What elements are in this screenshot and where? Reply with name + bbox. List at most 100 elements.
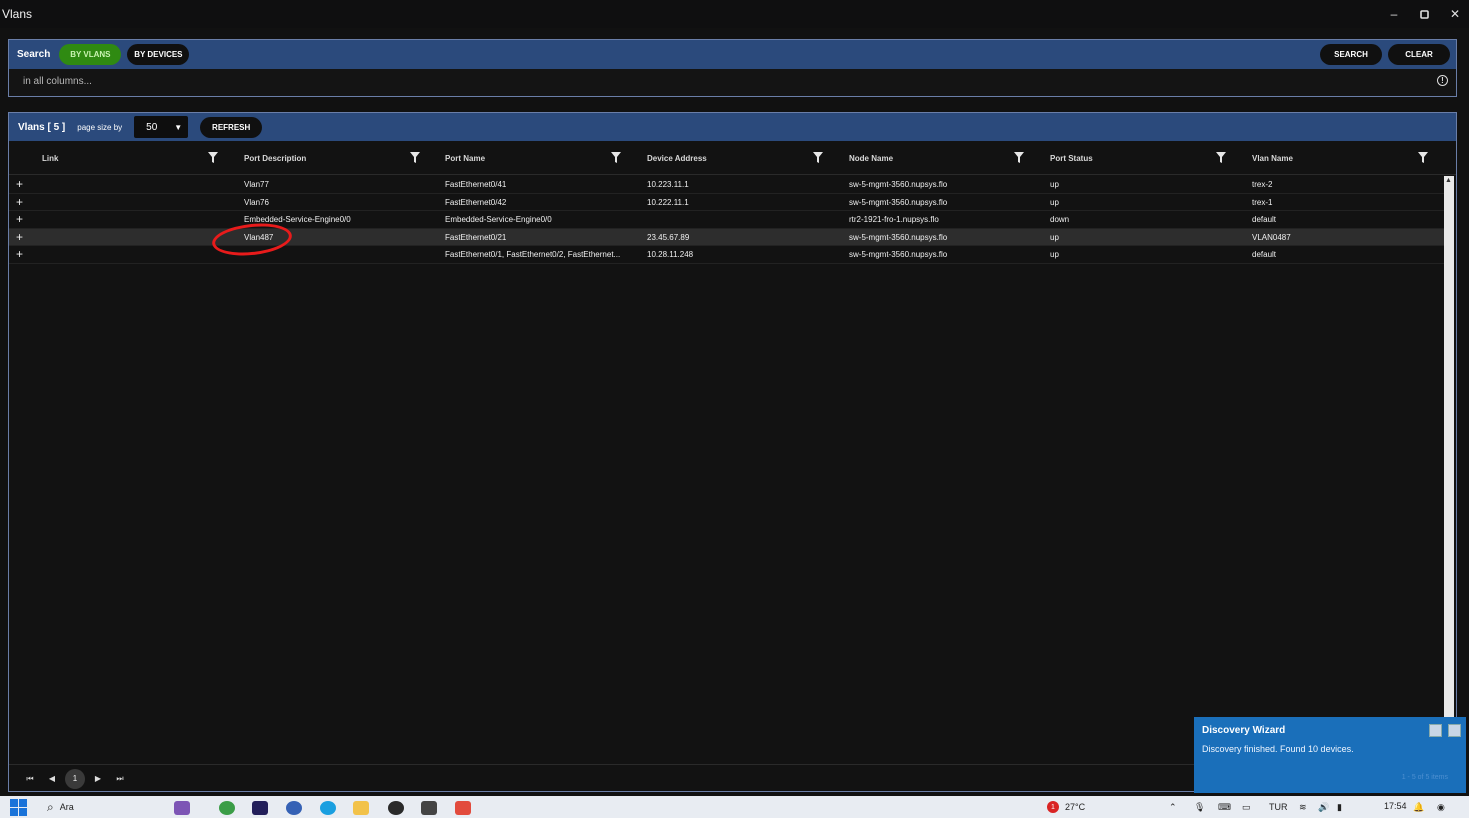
keyboard-icon[interactable]: ⌨: [1218, 799, 1231, 815]
filter-icon[interactable]: [410, 152, 420, 163]
column-header-device-address[interactable]: Device Address: [647, 141, 707, 175]
maximize-icon[interactable]: [1409, 0, 1439, 28]
widget-icon[interactable]: [174, 801, 190, 815]
first-page-icon[interactable]: ⏮: [19, 769, 41, 789]
volume-icon[interactable]: 🔊: [1318, 799, 1329, 815]
search-label: Search: [17, 49, 51, 60]
app-icon[interactable]: [286, 801, 302, 815]
cell-port: FastEthernet0/42: [445, 197, 507, 207]
window-title: Vlans: [2, 7, 33, 21]
cell-vlan: VLAN0487: [1252, 232, 1291, 242]
expand-row-plus-icon[interactable]: +: [16, 176, 23, 193]
search-input[interactable]: in all columns... !: [9, 69, 1456, 93]
expand-row-plus-icon[interactable]: +: [16, 194, 23, 211]
cell-addr: 10.223.11.1: [647, 180, 689, 189]
column-header-port-name[interactable]: Port Name: [445, 141, 485, 175]
cell-port: FastEthernet0/1, FastEthernet0/2, FastEt…: [445, 250, 621, 260]
cell-vlan: default: [1252, 250, 1277, 260]
filter-icon[interactable]: [1216, 152, 1226, 163]
app-icon[interactable]: [455, 801, 471, 815]
toast-footer: 1 - 5 of 5 items: [1401, 774, 1448, 781]
cell-desc: Vlan77: [244, 180, 269, 189]
column-headers: Link Port Description Port Name Device A…: [9, 141, 1456, 175]
cell-vlan: default: [1252, 215, 1277, 225]
filter-icon[interactable]: [1418, 152, 1428, 163]
chrome-icon[interactable]: [219, 801, 235, 815]
cell-node: sw-5-mgmt-3560.nupsys.flo: [849, 250, 948, 260]
app-icon[interactable]: [388, 801, 404, 815]
info-icon[interactable]: !: [1437, 75, 1448, 86]
table-row[interactable]: + Embedded-Service-Engine0/0 Embedded-Serv…: [9, 211, 1445, 229]
weather-badge: 1: [1047, 801, 1059, 813]
cell-status: up: [1050, 197, 1059, 207]
filter-icon[interactable]: [611, 152, 621, 163]
toast-minimize-icon[interactable]: [1429, 724, 1442, 737]
toast-message: Discovery finished. Found 10 devices.: [1202, 744, 1354, 754]
expand-row-plus-icon[interactable]: +: [16, 246, 23, 263]
weather-widget[interactable]: 1 27°C: [1047, 799, 1085, 815]
filter-icon[interactable]: [1014, 152, 1024, 163]
scroll-up-icon[interactable]: ▲: [1445, 177, 1452, 184]
page-size-select[interactable]: 50 ▼: [134, 116, 189, 138]
by-devices-button[interactable]: BY DEVICES: [127, 44, 190, 65]
table-row[interactable]: + Vlan77 FastEthernet0/41 10.223.11.1 sw-5-m…: [9, 176, 1445, 194]
cell-addr: 10.28.11.248: [647, 250, 694, 260]
display-icon[interactable]: ▭: [1242, 799, 1251, 815]
chevron-up-icon[interactable]: ⌃: [1169, 799, 1177, 815]
cell-desc: Vlan76: [244, 197, 269, 207]
filter-icon[interactable]: [813, 152, 823, 163]
notification-icon[interactable]: 🔔: [1413, 799, 1424, 815]
wifi-icon[interactable]: ≋: [1299, 799, 1307, 815]
windows-logo-icon[interactable]: [10, 798, 27, 816]
microphone-icon[interactable]: 🎙: [1194, 799, 1205, 815]
language-indicator[interactable]: TUR: [1269, 799, 1288, 815]
column-header-node-name[interactable]: Node Name: [849, 141, 893, 175]
vlans-grid: Vlans [ 5 ] page size by 50 ▼ REFRESH Li…: [8, 112, 1457, 792]
battery-icon[interactable]: ▮: [1337, 799, 1342, 815]
expand-row-plus-icon[interactable]: +: [16, 211, 23, 228]
cell-addr: 23.45.67.89: [647, 232, 690, 242]
table-row[interactable]: + Vlan76 FastEthernet0/42 10.222.11.1 sw-5-m…: [9, 194, 1445, 212]
filter-icon[interactable]: [208, 152, 218, 163]
page-size-label: page size by: [77, 122, 123, 132]
by-vlans-button[interactable]: BY VLANS: [59, 44, 122, 65]
app-icon[interactable]: [252, 801, 268, 815]
window-titlebar: Vlans – ✕: [0, 0, 1469, 28]
expand-row-plus-icon[interactable]: +: [16, 229, 23, 246]
weather-temp: 27°C: [1065, 802, 1086, 812]
app-icon[interactable]: [421, 801, 437, 815]
column-header-vlan-name[interactable]: Vlan Name: [1252, 141, 1293, 175]
toast-close-icon[interactable]: [1448, 724, 1461, 737]
search-placeholder: in all columns...: [23, 75, 92, 87]
close-icon[interactable]: ✕: [1440, 0, 1469, 28]
prev-page-icon[interactable]: ◀: [41, 769, 63, 789]
skype-icon[interactable]: [320, 801, 336, 815]
cell-node: sw-5-mgmt-3560.nupsys.flo: [849, 180, 948, 189]
clear-button[interactable]: CLEAR: [1388, 44, 1450, 65]
cell-node: sw-5-mgmt-3560.nupsys.flo: [849, 232, 948, 242]
search-header: Search BY VLANS BY DEVICES SEARCH CLEAR: [9, 40, 1456, 69]
column-header-port-description[interactable]: Port Description: [244, 141, 306, 175]
taskbar-search[interactable]: ⌕ Ara: [47, 799, 74, 815]
cell-status: up: [1050, 232, 1059, 242]
cell-status: up: [1050, 250, 1059, 260]
page-number-button[interactable]: 1: [65, 768, 85, 789]
search-icon: ⌕: [47, 799, 54, 814]
folder-icon[interactable]: [353, 801, 369, 815]
minimize-icon[interactable]: –: [1379, 0, 1409, 28]
copilot-icon[interactable]: ◉: [1437, 799, 1445, 815]
column-header-link[interactable]: Link: [42, 141, 58, 175]
last-page-icon[interactable]: ⏭: [109, 769, 131, 789]
refresh-button[interactable]: REFRESH: [200, 116, 263, 138]
discovery-wizard-toast: Discovery Wizard Discovery finished. Fou…: [1194, 717, 1466, 793]
search-button[interactable]: SEARCH: [1320, 44, 1382, 65]
grid-header: Vlans [ 5 ] page size by 50 ▼ REFRESH: [9, 113, 1456, 141]
column-header-port-status[interactable]: Port Status: [1050, 141, 1093, 175]
cell-port: FastEthernet0/41: [445, 180, 507, 189]
search-panel: Search BY VLANS BY DEVICES SEARCH CLEAR …: [8, 39, 1457, 97]
clock[interactable]: 17:54: [1384, 798, 1407, 814]
chevron-down-icon: ▼: [174, 123, 183, 132]
vertical-scrollbar[interactable]: ▲: [1444, 176, 1454, 718]
next-page-icon[interactable]: ▶: [87, 769, 109, 789]
cell-node: sw-5-mgmt-3560.nupsys.flo: [849, 197, 948, 207]
